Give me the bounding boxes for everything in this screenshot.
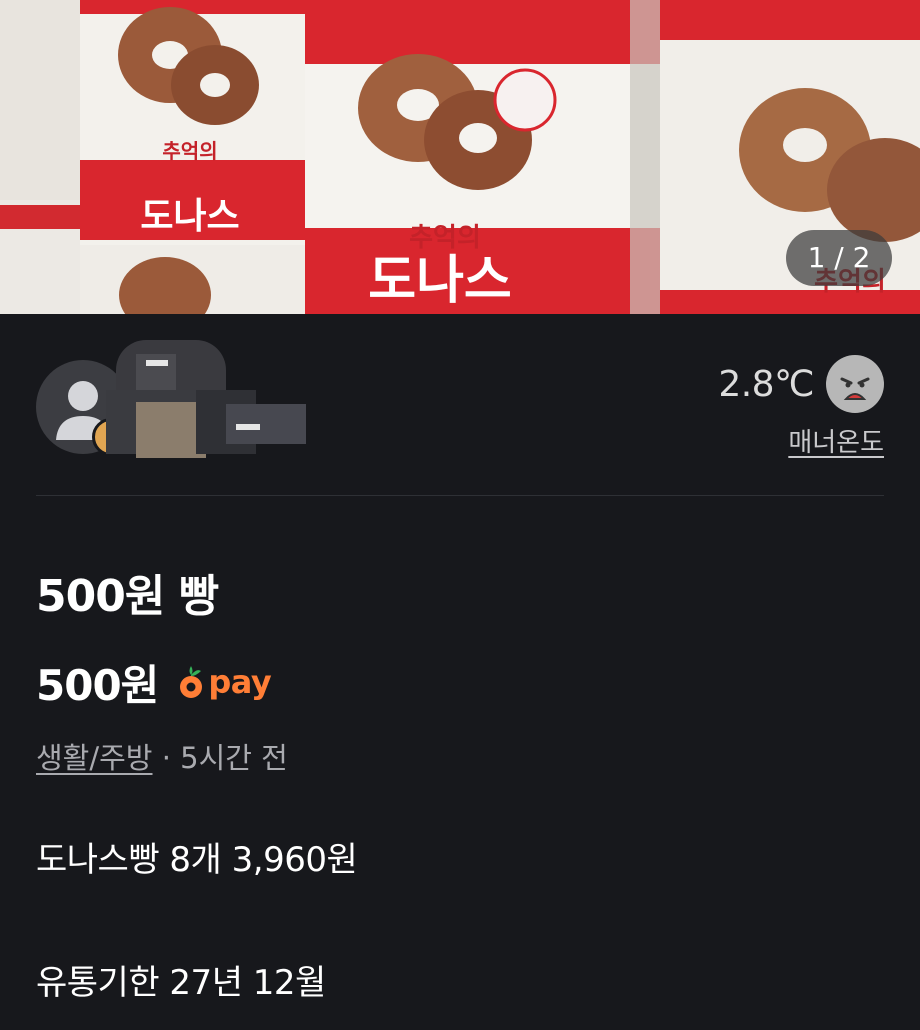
svg-text:도나스: 도나스: [368, 251, 512, 311]
description-line: 유통기한 27년 12월: [36, 963, 326, 1003]
blurred-nickname: [106, 340, 306, 470]
category-link[interactable]: 생활/주방: [36, 741, 153, 775]
posted-time: 5시간 전: [180, 741, 288, 775]
carrot-pay-icon: [180, 666, 203, 698]
listing-price: 500원: [36, 660, 159, 710]
temperature-value: 2.8℃: [718, 363, 814, 405]
listing-meta: 생활/주방 · 5시간 전: [36, 735, 288, 777]
svg-text:추억의: 추억의: [409, 223, 481, 253]
svg-text:도나스: 도나스: [140, 196, 239, 237]
description-line: 도나스빵 8개 3,960원: [36, 840, 358, 880]
price-row: 500원 pay: [36, 654, 272, 710]
pay-badge: pay: [176, 662, 272, 702]
manner-temperature[interactable]: 2.8℃: [718, 354, 884, 414]
pay-label: pay: [208, 663, 272, 701]
divider: [36, 495, 884, 496]
listing-title: 500원 빵: [36, 571, 219, 622]
donut-box-image: 도나스 추억의 추억의 도나스 추억의: [0, 0, 920, 314]
svg-text:추억의: 추억의: [162, 139, 217, 163]
manner-temperature-link[interactable]: 매너온도: [788, 422, 884, 459]
seller-profile[interactable]: 2.8℃ 매너온도: [36, 340, 884, 470]
meta-separator: ·: [161, 741, 171, 775]
product-photo[interactable]: 도나스 추억의 추억의 도나스 추억의 1 / 2: [0, 0, 920, 314]
image-counter: 1 / 2: [786, 230, 892, 286]
angry-face-icon: [826, 355, 884, 413]
